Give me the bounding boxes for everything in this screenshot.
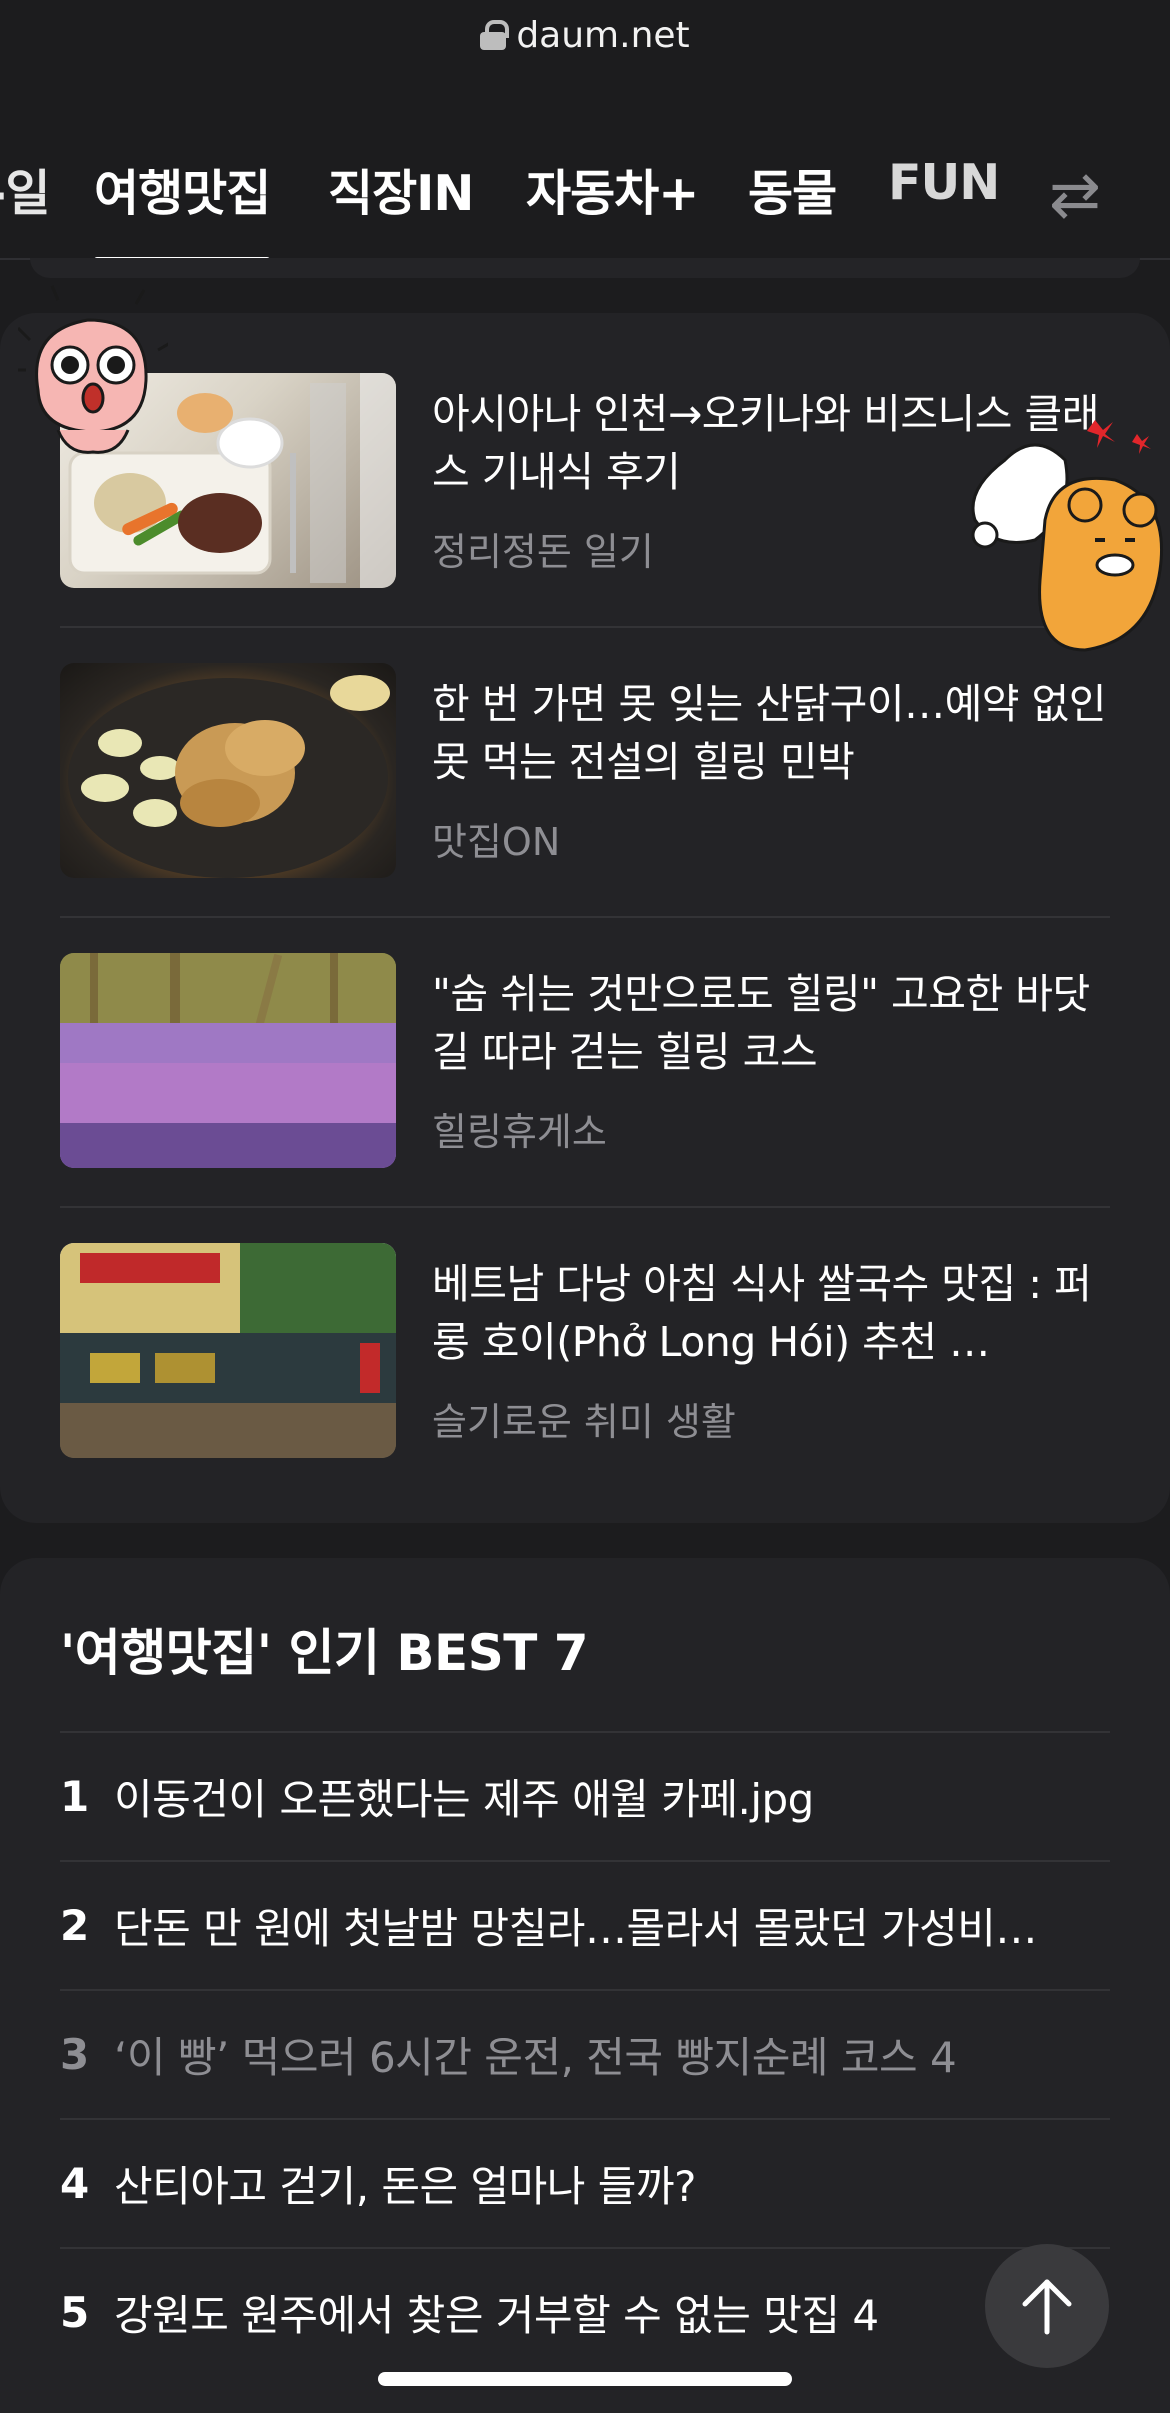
tab-travel-food[interactable]: 여행맛집 [94, 154, 271, 258]
best-list-item[interactable]: 2 단돈 만 원에 첫날밤 망칠라…몰라서 몰랐던 가성비… [60, 1860, 1110, 1989]
best-list: 1 이동건이 오픈했다는 제주 애월 카페.jpg 2 단돈 만 원에 첫날밤 … [60, 1731, 1110, 2376]
article-thumbnail[interactable] [60, 663, 396, 878]
page: daum.net -일 여행맛집 직장IN 자동차+ 동물 FUN ⇄ [0, 0, 1170, 2413]
url-bar[interactable]: daum.net [0, 0, 1170, 70]
article-source[interactable]: 힐링휴게소 [432, 1101, 607, 1156]
swap-arrows-icon[interactable]: ⇄ [1040, 160, 1110, 230]
article-item[interactable]: 베트남 다낭 아침 식사 쌀국수 맛집 : 퍼 롱 호이(Phở Long Hó… [60, 1183, 1110, 1473]
best-item-title[interactable]: 산티아고 걷기, 돈은 얼마나 들까? [114, 2153, 1104, 2214]
article-title[interactable]: "숨 쉬는 것만으로도 힐링" 고요한 바닷길 따라 걷는 힐링 코스 [432, 965, 1122, 1081]
article-source[interactable]: 정리정돈 일기 [432, 521, 654, 576]
lock-icon [480, 20, 510, 50]
tab-fun[interactable]: FUN [888, 154, 1000, 211]
best-item-title[interactable]: 강원도 원주에서 찾은 거부할 수 없는 맛집 4 [114, 2282, 1104, 2343]
best-item-title[interactable]: ‘이 빵’ 먹으러 6시간 운전, 전국 빵지순례 코스 4 [114, 2024, 1104, 2085]
previous-card-edge [30, 258, 1140, 278]
best-rank: 4 [60, 2159, 90, 2208]
tab-work[interactable]: 직장IN [328, 154, 474, 225]
best-list-item[interactable]: 1 이동건이 오픈했다는 제주 애월 카페.jpg [60, 1731, 1110, 1860]
best-list-item[interactable]: 3 ‘이 빵’ 먹으러 6시간 운전, 전국 빵지순례 코스 4 [60, 1989, 1110, 2118]
best-list-item[interactable]: 4 산티아고 걷기, 돈은 얼마나 들까? [60, 2118, 1110, 2247]
best-item-title[interactable]: 단돈 만 원에 첫날밤 망칠라…몰라서 몰랐던 가성비… [114, 1895, 1104, 1956]
article-title[interactable]: 한 번 가면 못 잊는 산닭구이…예약 없인 못 먹는 전설의 힐링 민박 [432, 675, 1122, 791]
tab-animal[interactable]: 동물 [748, 154, 837, 225]
article-thumbnail[interactable] [60, 1243, 396, 1458]
tab-prev[interactable]: -일 [0, 154, 50, 225]
article-thumbnail[interactable] [60, 953, 396, 1168]
ryan-sticker-icon [971, 420, 1163, 652]
article-title[interactable]: 베트남 다낭 아침 식사 쌀국수 맛집 : 퍼 롱 호이(Phở Long Hó… [432, 1255, 1122, 1371]
url-text: daum.net [516, 14, 690, 56]
arrow-up-icon [1022, 2279, 1072, 2335]
apeach-sticker-icon [18, 285, 168, 454]
best-list-item[interactable]: 5 강원도 원주에서 찾은 거부할 수 없는 맛집 4 [60, 2247, 1110, 2376]
best-rank: 2 [60, 1901, 90, 1950]
article-item[interactable]: 아시아나 인천→오키나와 비즈니스 클래스 기내식 후기 정리정돈 일기 [60, 313, 1110, 603]
scroll-top-button[interactable] [985, 2244, 1109, 2368]
tab-car[interactable]: 자동차+ [526, 154, 699, 225]
article-item[interactable]: "숨 쉬는 것만으로도 힐링" 고요한 바닷길 따라 걷는 힐링 코스 힐링휴게… [60, 893, 1110, 1183]
article-source[interactable]: 슬기로운 취미 생활 [432, 1391, 736, 1446]
best-item-title[interactable]: 이동건이 오픈했다는 제주 애월 카페.jpg [114, 1766, 1104, 1827]
article-item[interactable]: 한 번 가면 못 잊는 산닭구이…예약 없인 못 먹는 전설의 힐링 민박 맛집… [60, 603, 1110, 893]
article-source[interactable]: 맛집ON [432, 811, 560, 866]
category-tabs: -일 여행맛집 직장IN 자동차+ 동물 FUN ⇄ [0, 140, 1170, 260]
best-list-title: '여행맛집' 인기 BEST 7 [60, 1624, 589, 1682]
best-rank: 5 [60, 2288, 90, 2337]
home-indicator[interactable] [378, 2372, 792, 2386]
best-rank: 1 [60, 1772, 90, 1821]
best-rank: 3 [60, 2030, 90, 2079]
